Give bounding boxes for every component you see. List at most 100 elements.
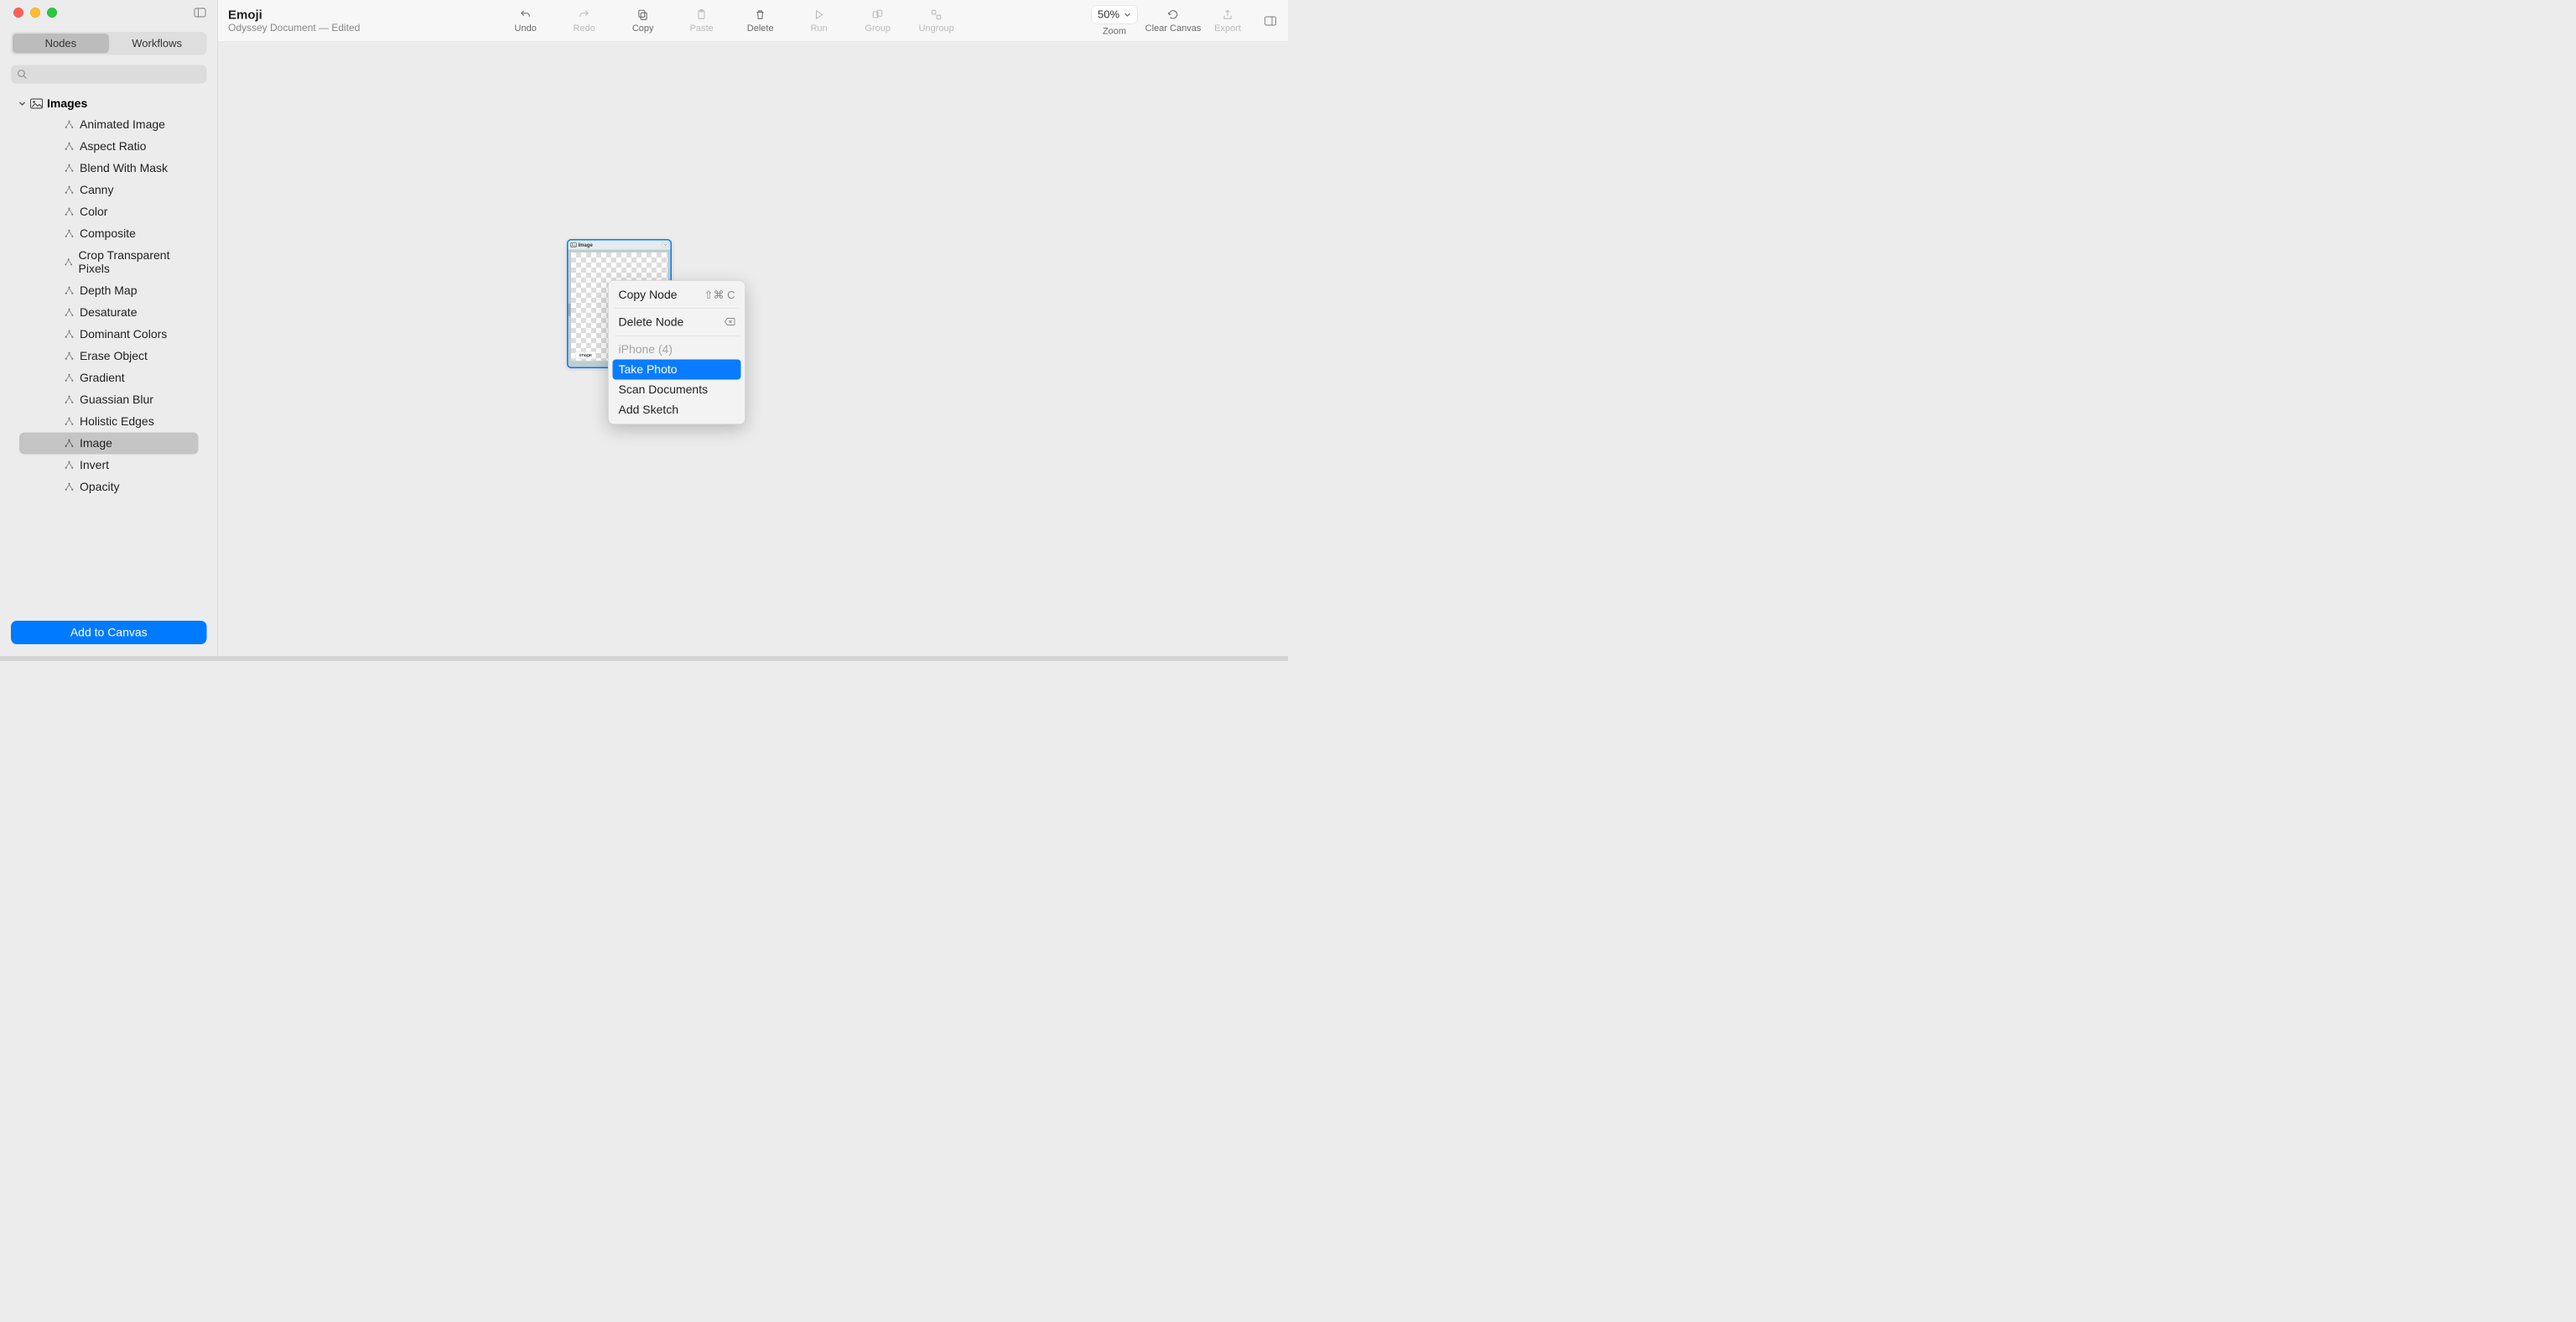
zoom-dropdown[interactable]: 50% [1091, 5, 1137, 24]
tree-item-label: Desaturate [80, 306, 137, 320]
tree-item-composite[interactable]: Composite [19, 223, 199, 245]
ctx-scan-documents[interactable]: Scan Documents [609, 380, 745, 400]
image-group-icon [30, 99, 43, 109]
backspace-icon [724, 315, 735, 329]
sidebar-right-icon [1265, 16, 1276, 25]
document-subtitle: Odyssey Document — Edited [228, 22, 360, 34]
paste-label: Paste [690, 23, 714, 34]
tab-nodes[interactable]: Nodes [13, 34, 109, 54]
tree-group-images[interactable]: Images [0, 94, 218, 114]
chevron-down-icon [18, 100, 26, 107]
ungroup-button[interactable]: Ungroup [907, 8, 966, 34]
node-icon [64, 228, 75, 239]
delete-label: Delete [747, 23, 774, 34]
node-icon [64, 394, 75, 405]
tree-item-desaturate[interactable]: Desaturate [19, 302, 199, 324]
toggle-right-sidebar-button[interactable] [1263, 15, 1278, 27]
tree-item-label: Erase Object [80, 350, 148, 363]
redo-button[interactable]: Redo [555, 8, 614, 34]
tree-item-aspect-ratio[interactable]: Aspect Ratio [19, 136, 199, 158]
redo-icon [579, 8, 590, 20]
paste-button[interactable]: Paste [673, 8, 731, 34]
tree-item-dominant-colors[interactable]: Dominant Colors [19, 324, 199, 346]
play-icon [813, 8, 825, 20]
ctx-separator [615, 309, 740, 310]
node-icon [64, 460, 75, 471]
center-pane: Emoji Odyssey Document — Edited Undo Red… [218, 0, 1288, 656]
window-bottom-edge [0, 656, 1288, 661]
tree-item-gaussian-blur[interactable]: Guassian Blur [19, 389, 199, 411]
tree-item-label: Color [80, 206, 107, 219]
add-to-canvas-button[interactable]: Add to Canvas [11, 621, 207, 644]
sidebar: Nodes Workflows Images Animated Image As… [0, 0, 218, 656]
tree-item-holistic-edges[interactable]: Holistic Edges [19, 411, 199, 433]
tree-item-invert[interactable]: Invert [19, 455, 199, 476]
node-icon [64, 438, 75, 449]
node-icon [64, 307, 75, 318]
node-icon [64, 351, 75, 362]
node-menu-button[interactable] [662, 242, 669, 247]
node-header[interactable]: Image [569, 241, 671, 250]
undo-button[interactable]: Undo [496, 8, 555, 34]
tree-item-label: Blend With Mask [80, 162, 168, 175]
ungroup-icon [931, 8, 943, 20]
node-icon [64, 329, 75, 340]
ctx-take-photo-label: Take Photo [619, 363, 678, 377]
tree-item-canny[interactable]: Canny [19, 180, 199, 201]
ctx-copy-node[interactable]: Copy Node ⇧⌘ C [609, 285, 745, 305]
ctx-take-photo[interactable]: Take Photo [613, 360, 741, 380]
tree-group-label: Images [47, 97, 87, 111]
node-icon [64, 185, 75, 195]
canvas[interactable]: Image image Copy Node ⇧⌘ C [218, 42, 1288, 656]
paste-icon [696, 8, 708, 20]
tree-item-color[interactable]: Color [19, 201, 199, 223]
tree-item-depth-map[interactable]: Depth Map [19, 280, 199, 302]
tree-item-opacity[interactable]: Opacity [19, 476, 199, 498]
ctx-delete-node-label: Delete Node [619, 315, 684, 329]
tree-item-erase-object[interactable]: Erase Object [19, 346, 199, 367]
tree-item-label: Crop Transparent Pixels [79, 249, 190, 276]
tree-item-image[interactable]: Image [19, 433, 199, 455]
sidebar-left-icon [195, 8, 206, 18]
export-button[interactable]: Export [1202, 8, 1253, 34]
close-window-button[interactable] [13, 8, 23, 18]
window-controls-row [0, 0, 218, 25]
ungroup-label: Ungroup [919, 23, 954, 34]
node-output-label: image [575, 351, 596, 359]
chevron-down-icon [1124, 11, 1131, 18]
tree-item-gradient[interactable]: Gradient [19, 367, 199, 389]
run-button[interactable]: Run [790, 8, 849, 34]
ctx-device-label: iPhone (4) [619, 343, 673, 357]
node-icon [64, 141, 75, 152]
copy-icon [637, 8, 649, 20]
export-icon [1222, 8, 1233, 20]
tab-workflows[interactable]: Workflows [109, 34, 205, 54]
minimize-window-button[interactable] [30, 8, 40, 18]
tree-item-label: Image [80, 437, 112, 450]
chevron-down-icon [663, 243, 667, 247]
toggle-left-sidebar-button[interactable] [193, 7, 208, 18]
tree-item-crop-transparent-pixels[interactable]: Crop Transparent Pixels [19, 245, 199, 280]
delete-button[interactable]: Delete [731, 8, 790, 34]
export-label: Export [1214, 23, 1241, 34]
tree-item-label: Gradient [80, 372, 125, 385]
copy-button[interactable]: Copy [614, 8, 673, 34]
search-input[interactable] [11, 65, 207, 84]
ctx-scan-documents-label: Scan Documents [619, 383, 709, 397]
run-label: Run [811, 23, 828, 34]
tree-item-animated-image[interactable]: Animated Image [19, 114, 199, 136]
fullscreen-window-button[interactable] [47, 8, 57, 18]
ctx-add-sketch-label: Add Sketch [619, 403, 679, 417]
ctx-delete-node[interactable]: Delete Node [609, 312, 745, 332]
tree-item-label: Invert [80, 459, 109, 472]
tree-item-blend-with-mask[interactable]: Blend With Mask [19, 158, 199, 180]
group-icon [872, 8, 884, 20]
ctx-copy-node-label: Copy Node [619, 289, 678, 302]
ctx-add-sketch[interactable]: Add Sketch [609, 400, 745, 420]
node-tree: Images Animated Image Aspect Ratio Blend… [0, 91, 218, 613]
tree-item-label: Dominant Colors [80, 328, 167, 341]
clear-canvas-button[interactable]: Clear Canvas [1144, 8, 1202, 34]
sidebar-tabs: Nodes Workflows [11, 32, 207, 55]
context-menu: Copy Node ⇧⌘ C Delete Node iPhone (4) Ta… [608, 280, 745, 424]
group-button[interactable]: Group [849, 8, 907, 34]
